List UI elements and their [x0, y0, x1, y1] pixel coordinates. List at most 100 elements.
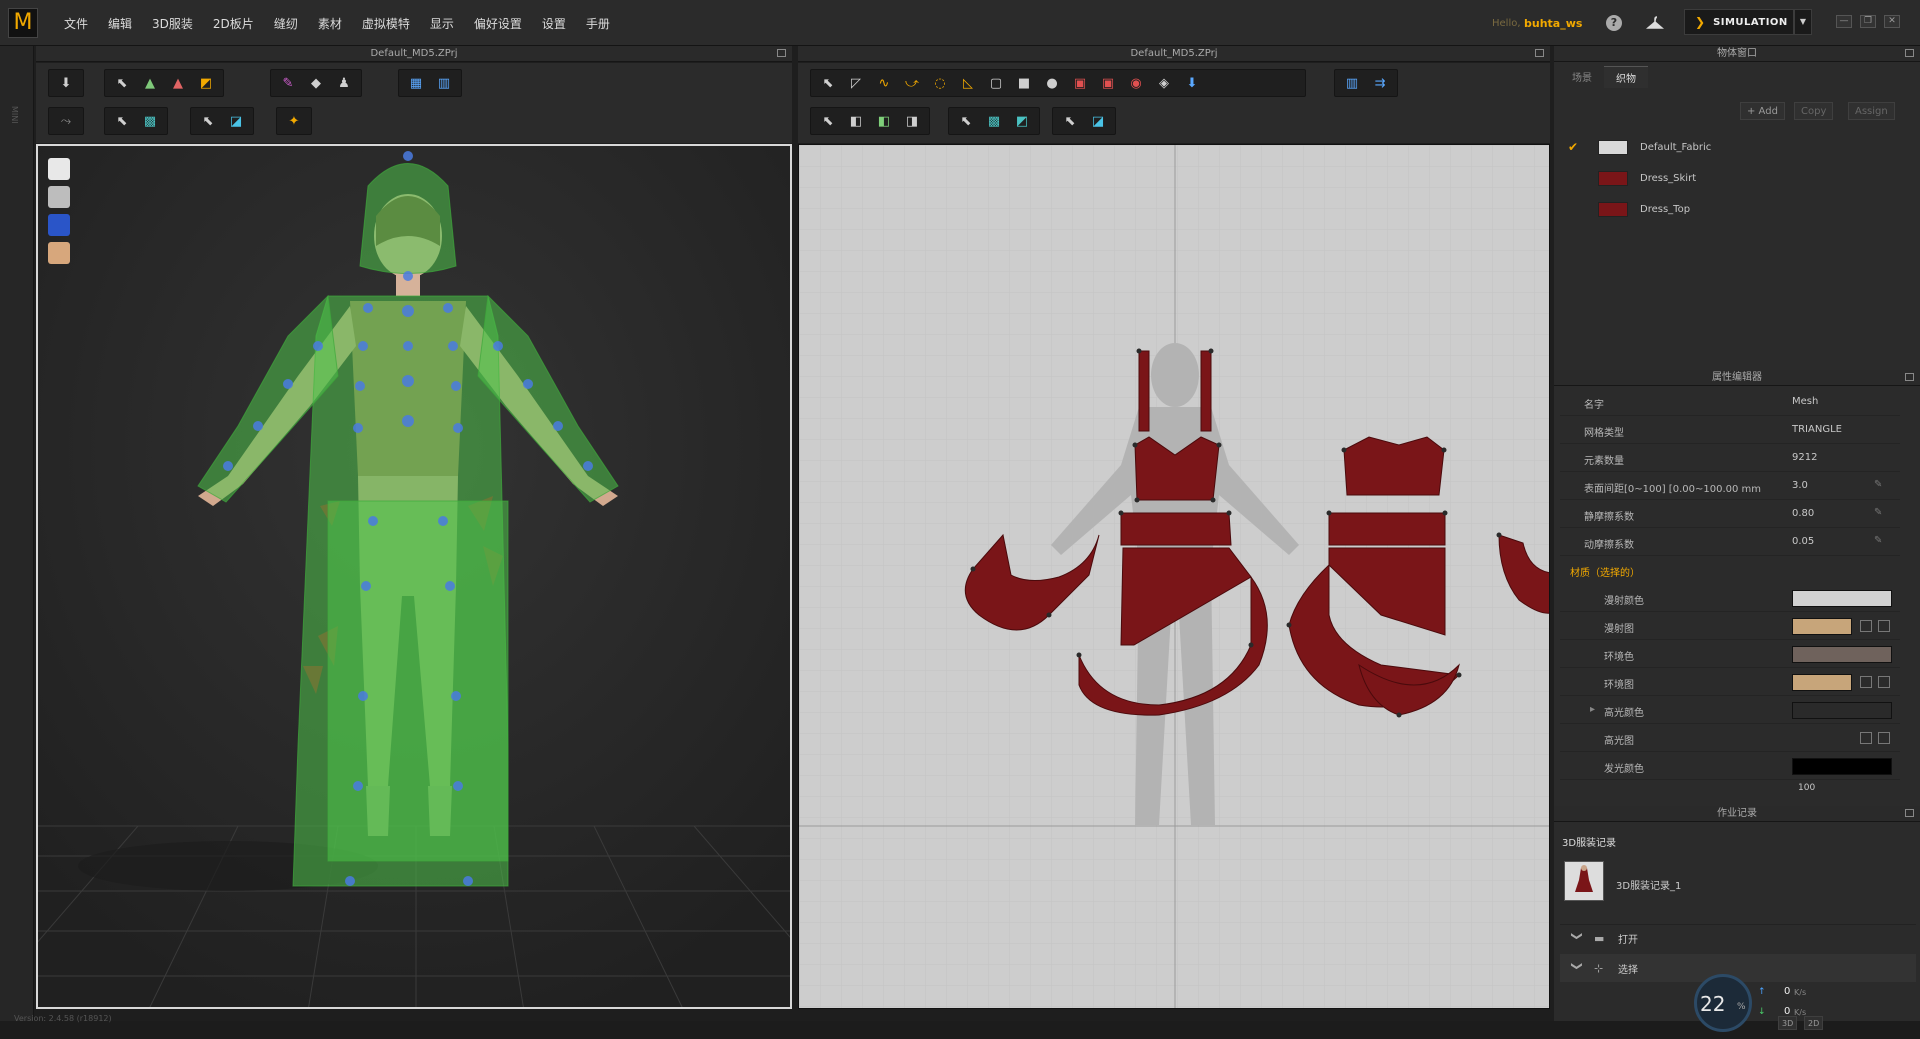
username[interactable]: buhta_ws — [1524, 17, 1582, 30]
pen-icon[interactable]: ✎ — [1874, 507, 1886, 519]
circle-icon[interactable]: ● — [1039, 72, 1065, 94]
menu-materials[interactable]: 素材 — [308, 15, 352, 32]
simulation-dropdown[interactable]: ▼ — [1794, 9, 1812, 35]
menu-settings[interactable]: 设置 — [532, 15, 576, 32]
avatar-blue-icon[interactable] — [48, 214, 70, 236]
restore-button[interactable]: ❐ — [1860, 15, 1876, 28]
material-section-header[interactable]: 材质（选择的） — [1560, 557, 1900, 584]
texture-browse-icon[interactable] — [1860, 732, 1872, 744]
texture-grid-icon[interactable]: ▩ — [137, 110, 163, 132]
color-swatch[interactable] — [1792, 702, 1892, 719]
assign-fabric-button[interactable]: Assign — [1848, 102, 1895, 120]
maximize-icon[interactable] — [1905, 49, 1914, 57]
internal-polygon-icon[interactable]: ▣ — [1067, 72, 1093, 94]
history-thumbnail[interactable] — [1564, 861, 1604, 901]
free-seam-icon[interactable]: ◧ — [871, 110, 897, 132]
texture-clear-icon[interactable] — [1878, 732, 1890, 744]
down-arrow-icon[interactable]: ⬇ — [53, 72, 79, 94]
fabric-item-default[interactable]: ✔ Default_Fabric — [1560, 132, 1916, 162]
prop-value[interactable]: Mesh — [1792, 396, 1818, 407]
select-move-icon[interactable]: ⬉ — [109, 72, 135, 94]
prop-value[interactable]: 0.05 — [1792, 536, 1814, 547]
select-sew-icon[interactable]: ⬉ — [815, 110, 841, 132]
texture-2d-icon[interactable]: ▩ — [981, 110, 1007, 132]
menu-3d-garment[interactable]: 3D服装 — [142, 15, 203, 32]
color-swatch[interactable] — [1792, 758, 1892, 775]
square-icon[interactable]: ■ — [1011, 72, 1037, 94]
texture-edit-icon[interactable]: ◩ — [1009, 110, 1035, 132]
view-3d-button[interactable]: 3D — [1778, 1016, 1798, 1030]
color-swatch[interactable] — [1792, 590, 1892, 607]
graphic-icon[interactable]: ◪ — [223, 110, 249, 132]
close-button[interactable]: ✕ — [1884, 15, 1900, 28]
avatar-gray-icon[interactable] — [48, 186, 70, 208]
prop-value[interactable]: 3.0 — [1792, 480, 1808, 491]
texture-clear-icon[interactable] — [1878, 620, 1890, 632]
avatar-shirt-icon[interactable] — [48, 158, 70, 180]
fabric-item-top[interactable]: Dress_Top — [1560, 194, 1916, 224]
menu-display[interactable]: 显示 — [420, 15, 464, 32]
prop-value[interactable]: 100 — [1798, 783, 1815, 793]
pose-icon[interactable]: ⤳ — [53, 110, 79, 132]
hanger-icon[interactable] — [1645, 14, 1665, 32]
texture-swatch[interactable] — [1792, 674, 1852, 691]
internal-rect-icon[interactable]: ▣ — [1095, 72, 1121, 94]
tree-arrow-icon[interactable]: ▸ — [1590, 704, 1595, 715]
segment-seam-icon[interactable]: ◧ — [843, 110, 869, 132]
menu-avatar[interactable]: 虚拟模特 — [352, 15, 420, 32]
trace-icon[interactable]: ⬇ — [1179, 72, 1205, 94]
polygon-icon[interactable]: ◺ — [955, 72, 981, 94]
menu-sewing[interactable]: 缝纫 — [264, 15, 308, 32]
help-icon[interactable]: ? — [1606, 15, 1622, 31]
texture-swatch[interactable] — [1792, 618, 1852, 635]
copy-fabric-button[interactable]: Copy — [1794, 102, 1834, 120]
tab-fabric[interactable]: 织物 — [1604, 66, 1648, 88]
check-seam-icon[interactable]: ◨ — [899, 110, 925, 132]
avatar-skin-icon[interactable] — [48, 242, 70, 264]
pin-icon[interactable]: ✎ — [275, 72, 301, 94]
graphic-2d-icon[interactable]: ◪ — [1085, 110, 1111, 132]
segment-sew-icon[interactable]: ▥ — [1339, 72, 1365, 94]
add-fabric-button[interactable]: + Add — [1740, 102, 1785, 120]
viewport-2d[interactable] — [798, 144, 1550, 1009]
menu-edit[interactable]: 编辑 — [98, 15, 142, 32]
maximize-icon[interactable] — [1905, 373, 1914, 381]
edit-curve-icon[interactable]: ∿ — [871, 72, 897, 94]
add-point-icon[interactable]: ◌ — [927, 72, 953, 94]
maximize-icon[interactable] — [1535, 49, 1544, 57]
pen-icon[interactable]: ✎ — [1874, 479, 1886, 491]
texture-browse-icon[interactable] — [1860, 676, 1872, 688]
texture-browse-icon[interactable] — [1860, 620, 1872, 632]
curve-point-icon[interactable]: ⤻ — [899, 72, 925, 94]
pen-icon[interactable]: ✎ — [1874, 535, 1886, 547]
color-swatch[interactable] — [1792, 646, 1892, 663]
maximize-icon[interactable] — [1905, 809, 1914, 817]
tab-scene[interactable]: 场景 — [1560, 66, 1604, 88]
prop-value[interactable]: 0.80 — [1792, 508, 1814, 519]
menu-preferences[interactable]: 偏好设置 — [464, 15, 532, 32]
history-entry-label[interactable]: 3D服装记录_1 — [1616, 877, 1681, 892]
select-texture-icon[interactable]: ⬉ — [109, 110, 135, 132]
menu-file[interactable]: 文件 — [54, 15, 98, 32]
button-icon[interactable]: ▦ — [403, 72, 429, 94]
select-texture-2d-icon[interactable]: ⬉ — [953, 110, 979, 132]
fold-icon[interactable]: ▲ — [165, 72, 191, 94]
edit-pattern-icon[interactable]: ⬉ — [815, 72, 841, 94]
edit-point-icon[interactable]: ◸ — [843, 72, 869, 94]
history-row-open[interactable]: ❯ ▬ 打开 — [1560, 924, 1916, 952]
menu-2d-pattern[interactable]: 2D板片 — [203, 15, 264, 32]
internal-circle-icon[interactable]: ◉ — [1123, 72, 1149, 94]
select-graphic-icon[interactable]: ⬉ — [195, 110, 221, 132]
select-mesh-icon[interactable]: ▲ — [137, 72, 163, 94]
dart-icon[interactable]: ◈ — [1151, 72, 1177, 94]
avatar-tool-icon[interactable]: ✦ — [281, 110, 307, 132]
viewport-3d[interactable] — [36, 144, 792, 1009]
simulation-button[interactable]: ❯ SIMULATION — [1684, 9, 1794, 35]
view-2d-button[interactable]: 2D — [1804, 1016, 1824, 1030]
prop-value[interactable]: TRIANGLE — [1792, 424, 1842, 435]
avatar-measure-icon[interactable]: ♟ — [331, 72, 357, 94]
minimize-button[interactable]: — — [1836, 15, 1852, 28]
zipper-icon[interactable]: ▥ — [431, 72, 457, 94]
free-sew-icon[interactable]: ⇉ — [1367, 72, 1393, 94]
texture-clear-icon[interactable] — [1878, 676, 1890, 688]
